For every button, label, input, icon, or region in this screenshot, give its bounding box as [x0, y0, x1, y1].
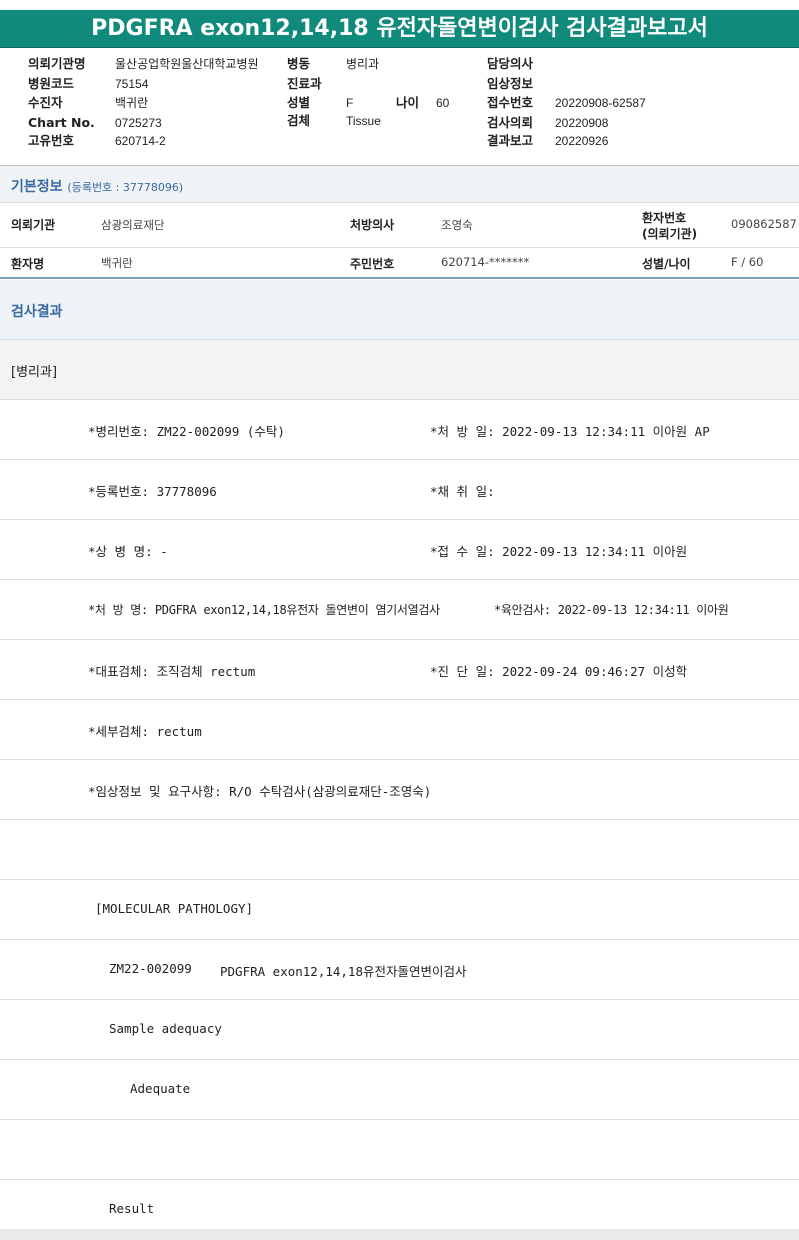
field-label: 환자명 — [11, 257, 45, 271]
result-label: Result — [109, 1201, 155, 1216]
basic-info-row: 환자명 백귀란 주민번호 620714-******* 성별/나이 F / 60 — [0, 248, 799, 279]
field-value: 삼광의료재단 — [101, 218, 165, 232]
header-value: 20220926 — [555, 134, 609, 148]
molecular-heading: [MOLECULAR PATHOLOGY] — [95, 901, 254, 916]
report-title: PDGFRA exon12,14,18 유전자돌연변이검사 검사결과보고서 — [0, 10, 799, 48]
basic-info-row: 의뢰기관 삼광의료재단 처방의사 조영숙 환자번호 (의뢰기관) 0908625… — [0, 203, 799, 248]
header-label: 의뢰기관명 — [28, 56, 86, 71]
header-value: F — [346, 96, 354, 110]
result-label-row: Result — [0, 1180, 799, 1229]
registration-note: (등록번호 : 37778096) — [67, 181, 184, 194]
result-row: *상 병 명: - *접 수 일: 2022-09-13 12:34:11 이아… — [0, 520, 799, 580]
field-value: F / 60 — [731, 255, 764, 269]
report-header: 의뢰기관명 울산공업학원울산대학교병원 병원코드 75154 수진자 백귀란 C… — [0, 50, 799, 165]
result-row: *병리번호: ZM22-002099 (수탁) *처 방 일: 2022-09-… — [0, 400, 799, 460]
header-label: 수진자 — [28, 95, 63, 110]
field-value: 백귀란 — [101, 256, 133, 270]
field-value: 조영숙 — [441, 218, 473, 232]
header-value: 백귀란 — [115, 96, 149, 110]
blank-row — [0, 1120, 799, 1180]
header-label: 임상정보 — [487, 76, 534, 91]
field-label: (의뢰기관) — [642, 227, 698, 241]
result-row: *등록번호: 37778096 *채 취 일: — [0, 460, 799, 520]
field-label: 환자번호 — [642, 211, 687, 225]
header-value: 75154 — [115, 77, 149, 91]
results-heading: 검사결과 — [0, 280, 799, 340]
result-left: *처 방 명: PDGFRA exon12,14,18유전자 돌연변이 염기서열… — [88, 603, 440, 617]
sample-value-row: Adequate — [0, 1060, 799, 1120]
header-label: 나이 — [396, 95, 420, 110]
header-value: 20220908 — [555, 116, 609, 130]
case-test-name: PDGFRA exon12,14,18유전자돌연변이검사 — [220, 964, 467, 979]
result-right: *육안검사: 2022-09-13 12:34:11 이아원 — [494, 603, 729, 617]
results-title: 검사결과 — [11, 304, 63, 320]
field-label: 처방의사 — [350, 218, 395, 232]
sample-adequacy-label: Sample adequacy — [109, 1021, 222, 1036]
case-row: ZM22-002099 PDGFRA exon12,14,18유전자돌연변이검사 — [0, 940, 799, 1000]
dept-label: [병리과] — [11, 365, 58, 380]
result-row: *임상정보 및 요구사항: R/O 수탁검사(삼광의료재단-조영숙) — [0, 760, 799, 820]
header-label: 접수번호 — [487, 95, 534, 110]
result-left: *병리번호: ZM22-002099 (수탁) — [88, 424, 285, 439]
header-value: 20220908-62587 — [555, 96, 646, 110]
header-label: 결과보고 — [487, 133, 534, 148]
result-right: *접 수 일: 2022-09-13 12:34:11 이아원 — [430, 544, 688, 559]
molecular-row: [MOLECULAR PATHOLOGY] — [0, 880, 799, 940]
result-right: *처 방 일: 2022-09-13 12:34:11 이아원 AP — [430, 424, 710, 439]
dept-row: [병리과] — [0, 340, 799, 400]
result-right: *진 단 일: 2022-09-24 09:46:27 이성학 — [430, 664, 688, 679]
header-value: 병리과 — [346, 57, 380, 71]
result-right: *채 취 일: — [430, 484, 495, 499]
header-label: 검체 — [287, 113, 311, 128]
header-label: 고유번호 — [28, 133, 75, 148]
field-label: 성별/나이 — [642, 257, 691, 271]
header-label: 진료과 — [287, 76, 322, 91]
case-number: ZM22-002099 — [109, 961, 192, 976]
basic-info-title: 기본정보 — [11, 179, 63, 195]
header-label: Chart No. — [28, 115, 95, 130]
result-left: *세부검체: rectum — [88, 724, 202, 739]
field-value: 090862587 — [731, 217, 797, 231]
header-value: 60 — [436, 96, 450, 110]
sample-adequacy-value: Adequate — [130, 1081, 191, 1096]
header-value: 울산공업학원울산대학교병원 — [115, 57, 259, 71]
basic-info-heading: 기본정보 (등록번호 : 37778096) — [0, 166, 799, 203]
header-label: 병원코드 — [28, 76, 75, 91]
result-row: *처 방 명: PDGFRA exon12,14,18유전자 돌연변이 염기서열… — [0, 580, 799, 640]
header-value: Tissue — [346, 114, 381, 128]
header-label: 담당의사 — [487, 56, 534, 71]
header-value: 620714-2 — [115, 134, 166, 148]
result-left: *대표검체: 조직검체 rectum — [88, 664, 256, 679]
field-label: 의뢰기관 — [11, 218, 56, 232]
header-label: 검사의뢰 — [487, 115, 534, 130]
result-left: *상 병 명: - — [88, 544, 168, 559]
field-label: 주민번호 — [350, 257, 395, 271]
sample-row: Sample adequacy — [0, 1000, 799, 1060]
result-left: *등록번호: 37778096 — [88, 484, 217, 499]
header-label: 성별 — [287, 95, 311, 110]
header-value: 0725273 — [115, 116, 162, 130]
result-row: *세부검체: rectum — [0, 700, 799, 760]
scroll-footer — [0, 1229, 799, 1240]
result-left: *임상정보 및 요구사항: R/O 수탁검사(삼광의료재단-조영숙) — [88, 784, 432, 799]
header-label: 병동 — [287, 56, 311, 71]
result-row: *대표검체: 조직검체 rectum *진 단 일: 2022-09-24 09… — [0, 640, 799, 700]
blank-row — [0, 820, 799, 880]
field-value: 620714-******* — [441, 255, 530, 269]
